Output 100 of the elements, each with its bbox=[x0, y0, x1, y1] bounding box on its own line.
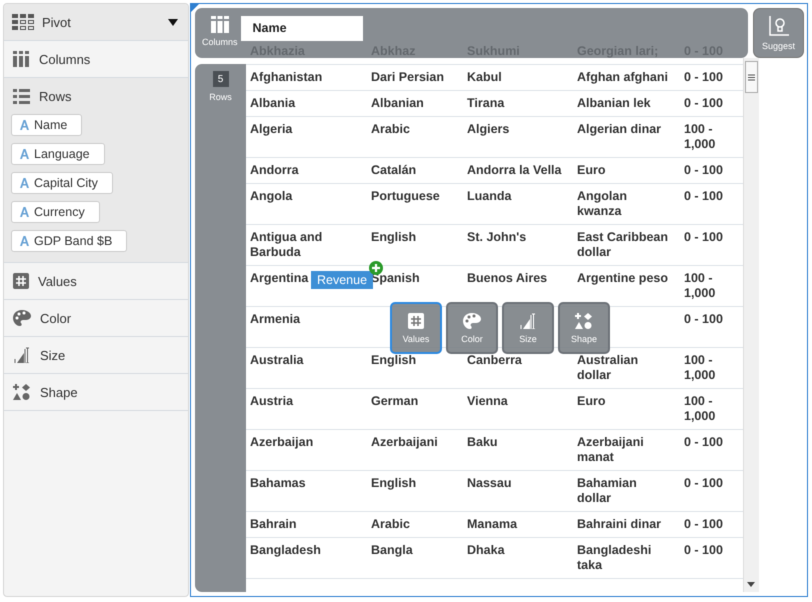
table-cell-text: Australian dollar bbox=[577, 353, 640, 383]
table-cell: Baku bbox=[467, 435, 498, 450]
scroll-thumb[interactable] bbox=[745, 61, 758, 93]
table-cell: East Caribbean dollar bbox=[577, 230, 668, 260]
table-cell: 0 - 100 bbox=[684, 543, 723, 558]
table-cell: 0 - 100 bbox=[684, 312, 723, 327]
section-label[interactable]: Rows bbox=[39, 88, 72, 104]
add-icon bbox=[369, 261, 383, 275]
table-cell: Argentina bbox=[250, 271, 308, 286]
size-icon bbox=[13, 347, 31, 363]
table-cell: Albanian bbox=[371, 96, 424, 111]
section-label[interactable]: Columns bbox=[39, 52, 90, 66]
table-cell: Albanian lek bbox=[577, 96, 651, 111]
table-cell: English bbox=[371, 230, 416, 245]
text-attribute-icon bbox=[20, 207, 29, 217]
table-cell: Canberra bbox=[467, 353, 522, 368]
table-cell: Catalán bbox=[371, 163, 416, 178]
hash-icon bbox=[408, 312, 424, 328]
table-cell: 0 - 100 bbox=[684, 163, 723, 178]
palette-icon bbox=[13, 310, 31, 326]
table-cell: Armenia bbox=[250, 312, 300, 327]
table-cell-text: Antigua and Barbuda bbox=[250, 230, 324, 260]
grid-icon bbox=[12, 14, 34, 30]
section-label[interactable]: Values bbox=[38, 274, 77, 288]
table-cell: English bbox=[371, 476, 416, 491]
hash-icon bbox=[13, 273, 29, 289]
zone-label: Columns bbox=[202, 37, 238, 47]
section-label[interactable]: Color bbox=[40, 310, 72, 326]
table-cell: Azerbaijan bbox=[250, 435, 314, 450]
table-cell: Kabul bbox=[467, 70, 502, 85]
count-badge: 5 bbox=[212, 71, 228, 87]
columns-icon bbox=[210, 16, 229, 33]
table-cell: Manama bbox=[467, 517, 518, 532]
table-cell: Bahamas bbox=[250, 476, 306, 491]
sidebar-title: Pivot bbox=[42, 14, 72, 30]
column-field-chip[interactable]: Name bbox=[240, 16, 363, 41]
table-cell: 0 - 100 bbox=[684, 70, 723, 85]
table-cell: 0 - 100 bbox=[684, 189, 723, 204]
section-label[interactable]: Size bbox=[40, 348, 66, 362]
zone-label: Rows bbox=[209, 92, 232, 102]
table-cell-text: Bahamian dollar bbox=[577, 476, 638, 506]
size-icon bbox=[519, 312, 537, 328]
table-cell: Vienna bbox=[467, 394, 508, 409]
table-cell-text: Azerbaijani manat bbox=[577, 435, 645, 465]
text-attribute-icon bbox=[20, 178, 29, 188]
columns-icon bbox=[13, 51, 30, 67]
sidebar-header[interactable]: Pivot bbox=[4, 4, 188, 41]
table-cell: Afghanistan bbox=[250, 70, 322, 85]
table-cell: Arabic bbox=[371, 122, 410, 137]
text-attribute-icon bbox=[20, 236, 29, 246]
field-chip[interactable]: Currency bbox=[11, 201, 100, 223]
table-cell: Angola bbox=[250, 189, 292, 204]
table-cell: Buenos Aires bbox=[467, 271, 548, 286]
text-attribute-icon bbox=[20, 120, 29, 130]
table-cell: Dhaka bbox=[467, 543, 505, 558]
table-cell-text: 100 - 1,000 bbox=[684, 122, 716, 152]
table-cell: Luanda bbox=[467, 189, 512, 204]
table-cell: Euro bbox=[577, 394, 606, 409]
field-chip[interactable]: Capital City bbox=[11, 172, 113, 194]
table-cell: Bahraini dinar bbox=[577, 517, 662, 532]
table-cell: Australia bbox=[250, 353, 304, 368]
table-cell: German bbox=[371, 394, 418, 409]
table-cell-text: Bangladeshi taka bbox=[577, 543, 652, 573]
table-cell: Euro bbox=[577, 163, 606, 178]
field-chip[interactable]: Language bbox=[11, 143, 105, 165]
table-cell-text: Angolan kwanza bbox=[577, 189, 628, 219]
table-cell: 0 - 100 bbox=[684, 517, 723, 532]
table-cell: English bbox=[371, 353, 416, 368]
shapes-icon bbox=[575, 312, 593, 328]
text-attribute-icon bbox=[20, 149, 29, 159]
scroll-down-icon[interactable] bbox=[747, 582, 755, 587]
table-cell: 0 - 100 bbox=[684, 435, 723, 450]
table-cell: 0 - 100 bbox=[684, 230, 723, 245]
scrollbar[interactable] bbox=[743, 58, 759, 592]
rows-icon bbox=[13, 88, 30, 104]
table-cell: Nassau bbox=[467, 476, 512, 491]
table-cell: Portuguese bbox=[371, 189, 440, 204]
table-cell: 0 - 100 bbox=[684, 96, 723, 111]
section-label[interactable]: Shape bbox=[40, 384, 78, 400]
palette-icon bbox=[463, 312, 481, 328]
table-cell: Tirana bbox=[467, 96, 504, 111]
table-cell: Dari Persian bbox=[371, 70, 444, 85]
lightbulb-icon bbox=[768, 16, 788, 36]
table-cell: Austria bbox=[250, 394, 294, 409]
table-cell: 0 - 100 bbox=[684, 476, 723, 491]
caret-icon[interactable] bbox=[168, 18, 178, 26]
table-cell: Algeria bbox=[250, 122, 292, 137]
table-cell: Albania bbox=[250, 96, 296, 111]
table-cell: Argentine peso bbox=[577, 271, 668, 286]
field-chip[interactable]: GDP Band $B bbox=[11, 230, 128, 252]
rows-drop-zone[interactable]: 5 Rows bbox=[195, 64, 246, 592]
table-cell: Andorra bbox=[250, 163, 299, 178]
table-cell-text: 100 - 1,000 bbox=[684, 353, 716, 383]
field-chip[interactable]: Name bbox=[11, 114, 82, 136]
table-cell: Bangla bbox=[371, 543, 413, 558]
table-cell-text: 100 - 1,000 bbox=[684, 271, 716, 301]
table-cell: Algiers bbox=[467, 122, 510, 137]
table-cell: Bangladesh bbox=[250, 543, 321, 558]
table-cell: Arabic bbox=[371, 517, 410, 532]
table-cell: Bahrain bbox=[250, 517, 297, 532]
